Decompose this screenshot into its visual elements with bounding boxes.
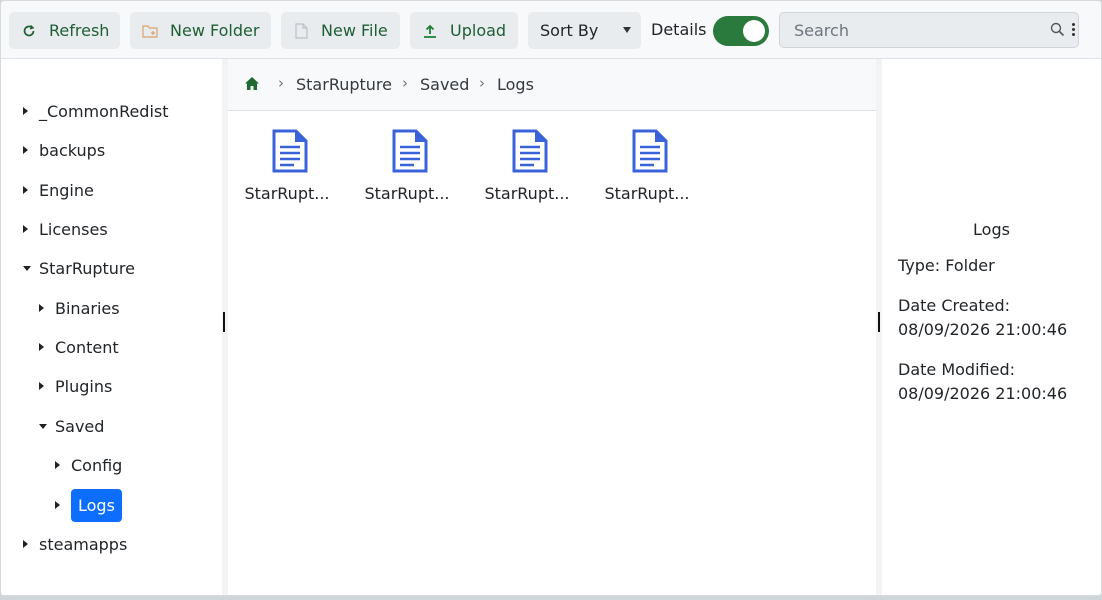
new-file-icon xyxy=(293,22,309,39)
refresh-icon xyxy=(21,23,37,39)
breadcrumb-separator-icon: › xyxy=(278,74,284,92)
breadcrumb-item-starrupture[interactable]: StarRupture xyxy=(296,75,392,94)
folder-tree: _CommonRedist backups Engine Licenses St… xyxy=(1,59,223,595)
tree-item-backups[interactable]: backups xyxy=(23,136,105,164)
file-item[interactable]: StarRupt... xyxy=(592,129,702,209)
search-input[interactable] xyxy=(780,13,1040,47)
tree-item-label: Saved xyxy=(55,416,105,436)
tree-item-config[interactable]: Config xyxy=(55,451,122,479)
more-options-icon[interactable] xyxy=(1072,23,1076,39)
file-name: StarRupt... xyxy=(364,184,450,203)
details-toggle-label: Details xyxy=(651,20,707,39)
expand-arrow-icon[interactable] xyxy=(23,146,39,154)
details-created-label: Date Created: xyxy=(898,296,1011,315)
expand-arrow-icon[interactable] xyxy=(55,501,71,509)
breadcrumb-separator-icon: › xyxy=(479,74,485,92)
expand-arrow-icon[interactable] xyxy=(39,343,55,351)
new-file-button[interactable]: New File xyxy=(281,12,400,49)
details-type: Type: Folder xyxy=(898,256,995,275)
resize-handle[interactable] xyxy=(223,312,225,332)
tree-item-label: Content xyxy=(55,337,119,357)
new-folder-button[interactable]: New Folder xyxy=(130,12,271,49)
tree-item-logs[interactable]: Logs xyxy=(55,487,122,523)
file-name: StarRupt... xyxy=(244,184,330,203)
tree-item-saved[interactable]: Saved xyxy=(39,412,104,440)
tree-item-starrupture[interactable]: StarRupture xyxy=(23,254,135,282)
expand-arrow-icon[interactable] xyxy=(23,107,39,115)
collapse-arrow-icon[interactable] xyxy=(39,423,55,429)
tree-item-label: Licenses xyxy=(39,219,108,239)
tree-item-plugins[interactable]: Plugins xyxy=(39,372,112,400)
details-created-value: 08/09/2026 21:00:46 xyxy=(898,320,1068,339)
document-icon xyxy=(392,129,428,173)
home-icon[interactable] xyxy=(244,76,260,95)
tree-item-steamapps[interactable]: steamapps xyxy=(23,530,127,558)
tree-item-label: Engine xyxy=(39,180,94,200)
breadcrumb: › StarRupture › Saved › Logs xyxy=(228,59,876,111)
refresh-button[interactable]: Refresh xyxy=(9,12,120,49)
file-name: StarRupt... xyxy=(484,184,570,203)
tree-item-label: backups xyxy=(39,140,106,160)
file-list: StarRupt... StarRupt... StarRupt... Star… xyxy=(228,111,876,595)
sort-by-label: Sort By xyxy=(540,21,599,40)
upload-label: Upload xyxy=(450,21,507,40)
search-icon[interactable] xyxy=(1050,22,1065,41)
file-item[interactable]: StarRupt... xyxy=(472,129,582,209)
expand-arrow-icon[interactable] xyxy=(23,540,39,548)
document-icon xyxy=(512,129,548,173)
new-folder-label: New Folder xyxy=(170,21,260,40)
chevron-down-icon xyxy=(623,27,631,33)
tree-item-label: Logs xyxy=(71,488,122,522)
details-title: Logs xyxy=(973,220,1010,239)
tree-item-label: Plugins xyxy=(55,376,113,396)
tree-item-label: Config xyxy=(71,455,123,475)
toggle-knob xyxy=(743,20,765,42)
expand-arrow-icon[interactable] xyxy=(39,382,55,390)
toolbar: Refresh New Folder New File Upload Sort … xyxy=(1,1,1101,59)
resize-handle[interactable] xyxy=(878,312,880,332)
tree-item-label: StarRupture xyxy=(39,258,135,278)
tree-item-content[interactable]: Content xyxy=(39,333,119,361)
file-item[interactable]: StarRupt... xyxy=(352,129,462,209)
breadcrumb-item-saved[interactable]: Saved xyxy=(420,75,469,94)
details-panel: Logs Type: Folder Date Created: 08/09/20… xyxy=(882,59,1101,595)
file-name: StarRupt... xyxy=(604,184,690,203)
document-icon xyxy=(632,129,668,173)
tree-item-label: _CommonRedist xyxy=(39,101,169,121)
expand-arrow-icon[interactable] xyxy=(39,304,55,312)
new-folder-icon xyxy=(142,23,158,39)
expand-arrow-icon[interactable] xyxy=(23,186,39,194)
breadcrumb-separator-icon: › xyxy=(402,74,408,92)
refresh-label: Refresh xyxy=(49,21,110,40)
tree-item-label: steamapps xyxy=(39,534,128,554)
tree-item-binaries[interactable]: Binaries xyxy=(39,294,120,322)
tree-item-label: Binaries xyxy=(55,298,120,318)
details-modified-label: Date Modified: xyxy=(898,360,1015,379)
upload-button[interactable]: Upload xyxy=(410,12,518,49)
collapse-arrow-icon[interactable] xyxy=(23,265,39,271)
sort-by-dropdown[interactable]: Sort By xyxy=(528,12,641,49)
expand-arrow-icon[interactable] xyxy=(55,461,71,469)
tree-item-engine[interactable]: Engine xyxy=(23,176,94,204)
breadcrumb-item-logs[interactable]: Logs xyxy=(497,75,534,94)
upload-icon xyxy=(422,23,438,39)
expand-arrow-icon[interactable] xyxy=(23,225,39,233)
search-box xyxy=(779,12,1079,48)
details-modified-value: 08/09/2026 21:00:46 xyxy=(898,384,1068,403)
file-item[interactable]: StarRupt... xyxy=(232,129,342,209)
tree-item-licenses[interactable]: Licenses xyxy=(23,215,108,243)
document-icon xyxy=(272,129,308,173)
tree-item-commonredist[interactable]: _CommonRedist xyxy=(23,97,169,125)
details-toggle[interactable] xyxy=(713,16,769,46)
new-file-label: New File xyxy=(321,21,388,40)
file-manager-window: Refresh New Folder New File Upload Sort … xyxy=(0,0,1102,596)
